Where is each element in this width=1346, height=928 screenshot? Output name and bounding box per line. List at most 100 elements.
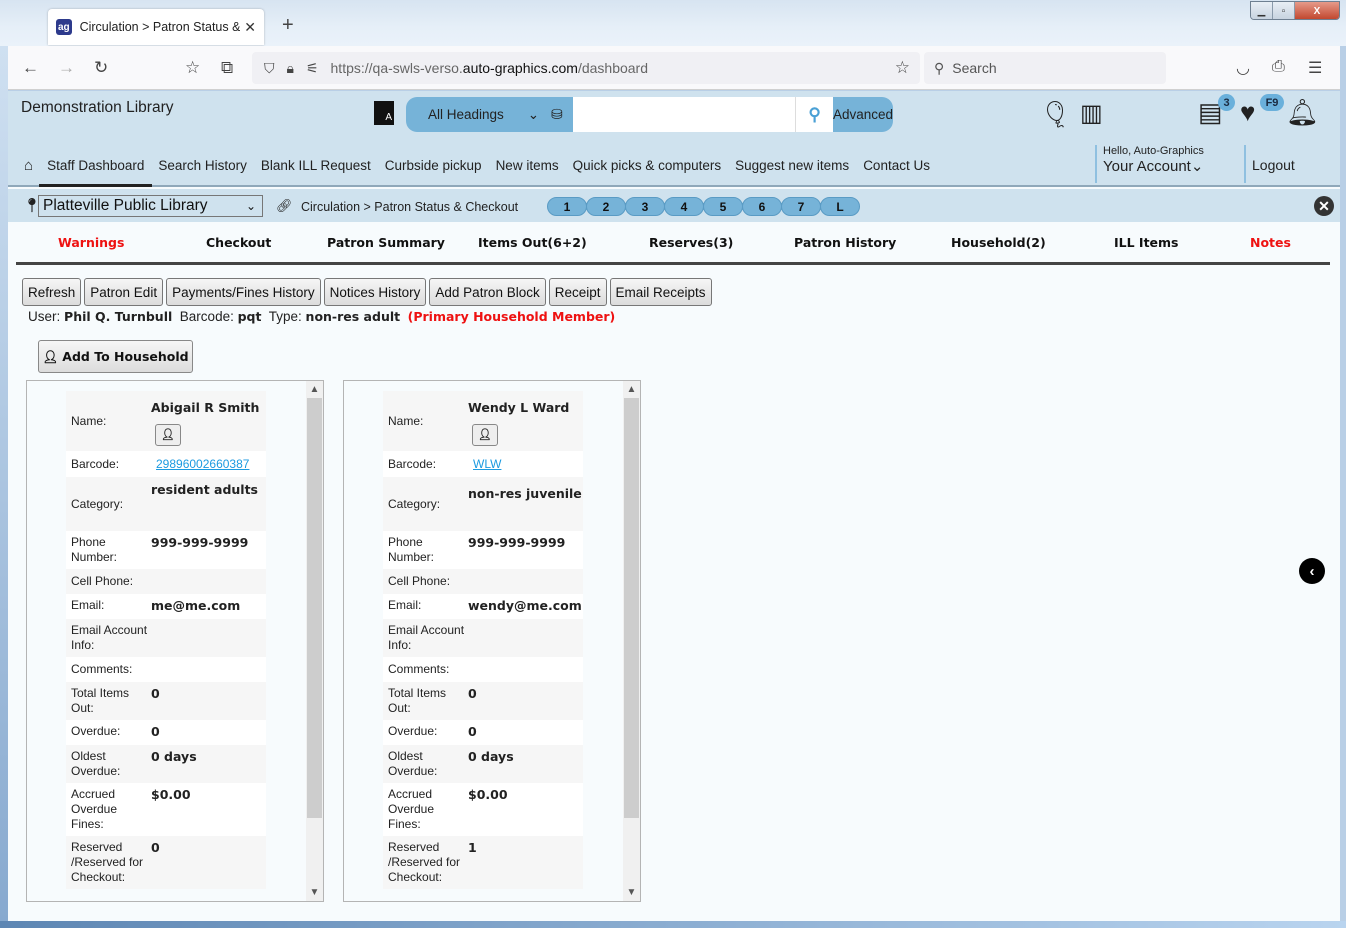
translate-icon[interactable]: A bbox=[374, 101, 394, 125]
lock-icon[interactable]: 🔒︎ bbox=[287, 60, 294, 77]
tab-warnings[interactable]: Warnings bbox=[58, 235, 124, 250]
menu-staff-dashboard[interactable]: Staff Dashboard bbox=[39, 158, 153, 187]
session-pill[interactable]: 3 bbox=[625, 197, 665, 216]
patron-edit-button[interactable]: Patron Edit bbox=[84, 278, 164, 306]
notices-history-button[interactable]: Notices History bbox=[323, 278, 427, 306]
label: Reserved /Reserved for Checkout: bbox=[388, 840, 461, 884]
account-menu[interactable]: Hello, Auto-Graphics Your Account⌄ bbox=[1095, 145, 1204, 183]
scroll-down-icon[interactable]: ▼ bbox=[306, 884, 323, 901]
balloon-icon[interactable]: 🎈︎ bbox=[1039, 99, 1072, 130]
scroll-thumb[interactable] bbox=[624, 398, 639, 818]
location-select[interactable]: Platteville Public Library ⌄ bbox=[38, 195, 263, 217]
tab-ill-items[interactable]: ILL Items bbox=[1114, 235, 1179, 250]
chevron-left-icon[interactable]: ‹ bbox=[1299, 558, 1325, 584]
back-icon[interactable]: ← bbox=[22, 58, 39, 78]
logout-link[interactable]: Logout bbox=[1244, 145, 1295, 183]
reload-icon[interactable]: ↻ bbox=[94, 58, 108, 78]
browser-search-input[interactable]: ⚲ Search bbox=[924, 52, 1166, 84]
card-scrollbar[interactable]: ▲ ▼ bbox=[306, 381, 323, 901]
row-oldest-overdue: Oldest Overdue: 0 days bbox=[383, 745, 583, 783]
menu-contact-us[interactable]: Contact Us bbox=[863, 158, 930, 173]
close-circle-icon[interactable]: ✕ bbox=[1314, 196, 1334, 216]
browser-tab[interactable]: ag Circulation > Patron Status & Checkou… bbox=[48, 9, 264, 45]
menu-new-items[interactable]: New items bbox=[496, 158, 559, 173]
account-dropdown[interactable]: Your Account⌄ bbox=[1103, 157, 1204, 175]
new-tab-button[interactable]: + bbox=[282, 14, 294, 37]
member-barcode-link[interactable]: 29896002660387 bbox=[156, 457, 249, 471]
tab-patron-history[interactable]: Patron History bbox=[794, 235, 896, 250]
refresh-button[interactable]: Refresh bbox=[22, 278, 82, 306]
upload-search-icon[interactable]: ▥ bbox=[1080, 99, 1103, 128]
label: Overdue: bbox=[71, 724, 121, 738]
menu-search-history[interactable]: Search History bbox=[158, 158, 247, 173]
minimize-button[interactable]: ▁ bbox=[1251, 2, 1273, 19]
member-oldest-overdue: 0 days bbox=[468, 749, 514, 764]
session-pill[interactable]: 5 bbox=[703, 197, 743, 216]
catalog-search-input[interactable] bbox=[573, 97, 796, 132]
print-icon[interactable]: ⎙ bbox=[1272, 58, 1285, 76]
browser-search-placeholder: Search bbox=[952, 60, 997, 76]
menu-curbside-pickup[interactable]: Curbside pickup bbox=[385, 158, 482, 173]
bell-icon[interactable]: 🔔︎ bbox=[1286, 97, 1319, 128]
database-icon[interactable]: ⛁ bbox=[551, 106, 573, 123]
heart-icon[interactable]: ♥ bbox=[1240, 97, 1255, 128]
search-scope-select[interactable]: All Headings ⌄ bbox=[406, 107, 551, 123]
tab-items-out[interactable]: Items Out(6+2) bbox=[478, 235, 587, 250]
tab-checkout[interactable]: Checkout bbox=[206, 235, 271, 250]
row-overdue: Overdue: 0 bbox=[383, 720, 583, 745]
scroll-up-icon[interactable]: ▲ bbox=[623, 381, 640, 398]
session-pill[interactable]: 4 bbox=[664, 197, 704, 216]
add-patron-block-button[interactable]: Add Patron Block bbox=[429, 278, 546, 306]
url-bar[interactable]: ⛉ 🔒︎ ⚟ https://qa-swls-verso.auto-graphi… bbox=[252, 52, 920, 84]
card-scrollbar[interactable]: ▲ ▼ bbox=[623, 381, 640, 901]
restore-button[interactable]: ▫ bbox=[1273, 2, 1295, 19]
star-icon[interactable]: ☆ bbox=[895, 58, 910, 78]
remove-from-household-button[interactable]: 👤︎ bbox=[155, 423, 181, 446]
url-text[interactable]: https://qa-swls-verso.auto-graphics.com/… bbox=[331, 60, 649, 76]
tab-household[interactable]: Household(2) bbox=[951, 235, 1046, 250]
scroll-thumb[interactable] bbox=[307, 398, 322, 818]
row-comments: Comments: bbox=[66, 657, 266, 682]
session-pill[interactable]: 6 bbox=[742, 197, 782, 216]
menu-quick-picks[interactable]: Quick picks & computers bbox=[573, 158, 722, 173]
session-pill[interactable]: 1 bbox=[547, 197, 587, 216]
member-total-out: 0 bbox=[468, 686, 477, 701]
session-pill[interactable]: L bbox=[820, 197, 860, 216]
scroll-up-icon[interactable]: ▲ bbox=[306, 381, 323, 398]
advanced-search-button[interactable]: Advanced bbox=[833, 107, 893, 122]
tab-notes[interactable]: Notes bbox=[1250, 235, 1291, 250]
email-receipts-button[interactable]: Email Receipts bbox=[609, 278, 712, 306]
remove-from-household-button[interactable]: 👤︎ bbox=[472, 423, 498, 446]
label: Email: bbox=[388, 598, 422, 612]
pocket-icon[interactable]: ◡ bbox=[1236, 58, 1250, 78]
menu-icon[interactable]: ☰ bbox=[1308, 58, 1322, 78]
shield-icon[interactable]: ⛉ bbox=[264, 60, 275, 77]
permissions-icon[interactable]: ⚟ bbox=[306, 60, 319, 77]
search-button[interactable]: ⚲ bbox=[795, 97, 833, 132]
label: Name: bbox=[388, 413, 424, 428]
forward-icon[interactable]: → bbox=[58, 58, 75, 78]
add-user-icon: 👤︎ bbox=[42, 348, 59, 364]
tab-reserves[interactable]: Reserves(3) bbox=[649, 235, 733, 250]
window-close-button[interactable]: X bbox=[1295, 2, 1339, 19]
row-overdue: Overdue: 0 bbox=[66, 720, 266, 745]
row-cell: Cell Phone: bbox=[383, 569, 583, 594]
receipt-button[interactable]: Receipt bbox=[548, 278, 607, 306]
home-icon[interactable]: ⌂ bbox=[24, 157, 33, 174]
session-pill[interactable]: 2 bbox=[586, 197, 626, 216]
scroll-down-icon[interactable]: ▼ bbox=[623, 884, 640, 901]
close-tab-icon[interactable]: ✕ bbox=[244, 19, 256, 36]
patron-actions: Refresh Patron Edit Payments/Fines Histo… bbox=[22, 278, 715, 306]
menu-blank-ill-request[interactable]: Blank ILL Request bbox=[261, 158, 371, 173]
tab-patron-summary[interactable]: Patron Summary bbox=[327, 235, 445, 250]
add-to-household-button[interactable]: 👤︎ Add To Household bbox=[38, 340, 193, 373]
share-icon[interactable]: ⧉ bbox=[221, 58, 233, 78]
payments-fines-history-button[interactable]: Payments/Fines History bbox=[166, 278, 321, 306]
session-pill[interactable]: 7 bbox=[781, 197, 821, 216]
add-to-household-label: Add To Household bbox=[62, 349, 189, 364]
favorites-badge: F9 bbox=[1260, 94, 1284, 111]
member-category: resident adults bbox=[151, 482, 259, 497]
menu-suggest-new-items[interactable]: Suggest new items bbox=[735, 158, 849, 173]
bookmark-page-icon[interactable]: ☆ bbox=[185, 58, 200, 78]
member-barcode-link[interactable]: WLW bbox=[473, 457, 501, 471]
